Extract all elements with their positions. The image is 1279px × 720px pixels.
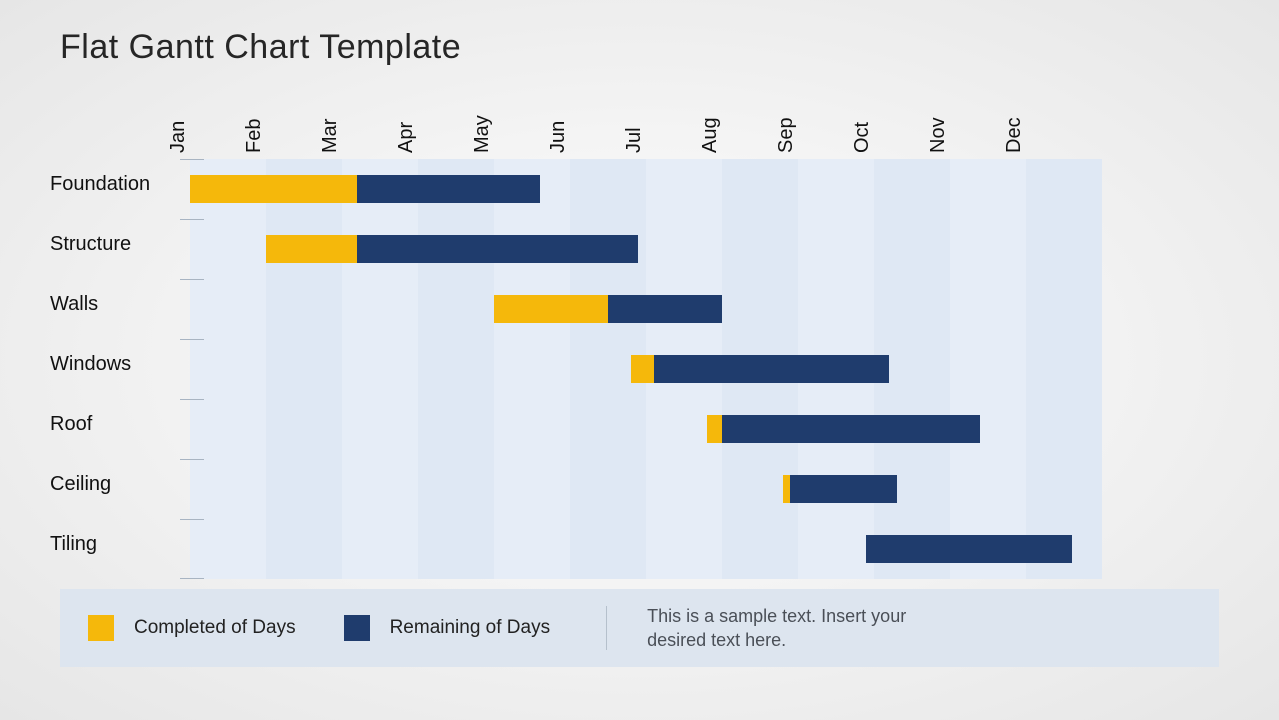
- task-bar-completed: [707, 415, 722, 443]
- row-tick: [180, 339, 204, 340]
- task-bar: [190, 175, 540, 203]
- task-bar-remaining: [608, 295, 722, 323]
- row-tick: [180, 279, 204, 280]
- legend-swatch-completed: [88, 615, 114, 641]
- month-label: Jun: [547, 121, 570, 153]
- legend-label-remaining: Remaining of Days: [390, 617, 551, 639]
- task-bar: [631, 355, 889, 383]
- task-label: Foundation: [50, 173, 150, 196]
- month-label: Jan: [167, 121, 190, 153]
- month-label: Apr: [395, 122, 418, 153]
- task-bar-completed: [266, 235, 357, 263]
- task-bar: [494, 295, 722, 323]
- task-row: Foundation: [190, 159, 1102, 219]
- task-label: Ceiling: [50, 473, 111, 496]
- task-label: Windows: [50, 353, 131, 376]
- chart-footer: Completed of Days Remaining of Days This…: [60, 589, 1219, 667]
- row-tick: [180, 159, 204, 160]
- task-label: Roof: [50, 413, 92, 436]
- task-bar-completed: [494, 295, 608, 323]
- month-label: Jul: [623, 127, 646, 153]
- row-tick: [180, 459, 204, 460]
- task-bar-completed: [783, 475, 791, 503]
- task-row: Tiling: [190, 519, 1102, 579]
- month-label: Mar: [319, 119, 342, 153]
- page: Flat Gantt Chart Template Jan Feb Mar Apr Ma…: [0, 0, 1279, 697]
- task-bar-remaining: [866, 535, 1071, 563]
- task-bar: [266, 235, 638, 263]
- task-row: Windows: [190, 339, 1102, 399]
- task-row: Structure: [190, 219, 1102, 279]
- legend-label-completed: Completed of Days: [134, 617, 296, 639]
- task-row: Roof: [190, 399, 1102, 459]
- task-bar: [707, 415, 981, 443]
- month-label: Feb: [243, 119, 266, 153]
- task-bar-remaining: [654, 355, 890, 383]
- task-label: Walls: [50, 293, 98, 316]
- month-label: Sep: [775, 117, 798, 153]
- month-label: Aug: [699, 117, 722, 153]
- gantt-chart: JanFebMarAprMayJunJulAugSepOctNovDec Fou…: [190, 83, 1219, 579]
- legend-swatch-remaining: [344, 615, 370, 641]
- row-tick: [180, 219, 204, 220]
- task-bar-completed: [190, 175, 357, 203]
- month-label: May: [471, 115, 494, 153]
- footer-divider: [606, 606, 607, 650]
- task-bar-completed: [631, 355, 654, 383]
- row-tick: [180, 399, 204, 400]
- row-tick: [180, 519, 204, 520]
- row-tick: [180, 578, 204, 579]
- task-label: Structure: [50, 233, 131, 256]
- task-label: Tiling: [50, 533, 97, 556]
- task-bar-remaining: [790, 475, 896, 503]
- task-row: Walls: [190, 279, 1102, 339]
- month-label: Nov: [927, 117, 950, 153]
- footer-note: This is a sample text. Insert your desir…: [647, 604, 947, 653]
- chart-grid: FoundationStructureWallsWindowsRoofCeili…: [190, 159, 1102, 579]
- legend: Completed of Days Remaining of Days: [88, 615, 578, 641]
- tasks-layer: FoundationStructureWallsWindowsRoofCeili…: [190, 159, 1102, 579]
- task-bar: [783, 475, 897, 503]
- month-axis: JanFebMarAprMayJunJulAugSepOctNovDec: [190, 83, 1219, 159]
- month-label: Dec: [1003, 117, 1026, 153]
- task-bar-remaining: [357, 175, 539, 203]
- task-bar: [866, 535, 1071, 563]
- month-cell: Dec: [1026, 83, 1102, 159]
- task-bar-remaining: [357, 235, 638, 263]
- page-title: Flat Gantt Chart Template: [60, 28, 1219, 67]
- task-row: Ceiling: [190, 459, 1102, 519]
- month-label: Oct: [851, 122, 874, 153]
- task-bar-remaining: [722, 415, 980, 443]
